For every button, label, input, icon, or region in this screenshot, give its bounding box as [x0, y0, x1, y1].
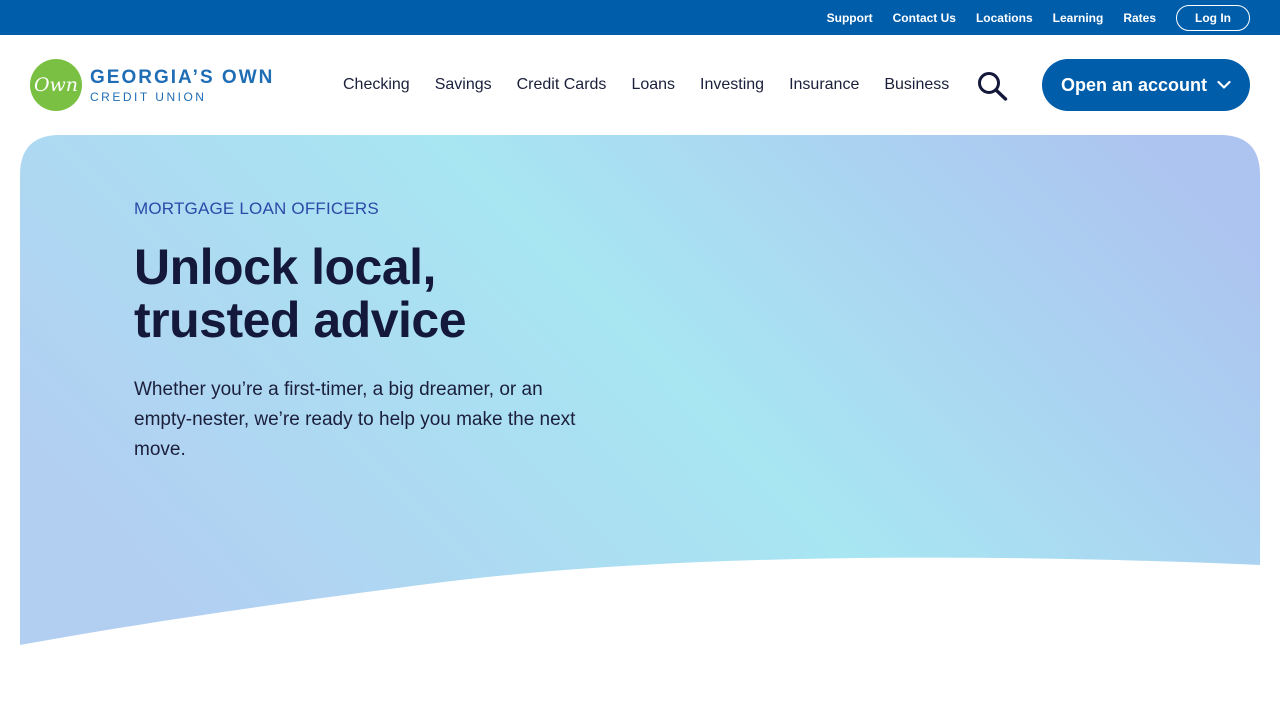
nav-item-savings[interactable]: Savings: [435, 76, 492, 94]
utility-bar: Support Contact Us Locations Learning Ra…: [0, 0, 1280, 35]
nav-item-loans[interactable]: Loans: [631, 76, 675, 94]
open-account-button[interactable]: Open an account: [1042, 59, 1250, 111]
utility-link-support[interactable]: Support: [827, 11, 873, 25]
chevron-down-icon: [1217, 80, 1231, 89]
open-account-label: Open an account: [1060, 74, 1208, 95]
nav-item-investing[interactable]: Investing: [700, 76, 764, 94]
utility-link-locations[interactable]: Locations: [976, 11, 1033, 25]
hero-description: Whether you’re a first-timer, a big drea…: [134, 379, 576, 460]
logo-mark: Own: [30, 59, 82, 111]
utility-link-contact-us[interactable]: Contact Us: [893, 11, 956, 25]
site-header: Own GEORGIA’S OWN CREDIT UNION Checking …: [0, 35, 1280, 135]
hero-content: MORTGAGE LOAN OFFICERS Unlock local, tru…: [134, 199, 604, 465]
nav-item-insurance[interactable]: Insurance: [789, 76, 859, 94]
logo-line-1: GEORGIA’S OWN: [90, 66, 275, 88]
logo-line-2: CREDIT UNION: [90, 89, 207, 104]
utility-link-learning[interactable]: Learning: [1053, 11, 1104, 25]
nav-item-business[interactable]: Business: [884, 76, 949, 94]
nav-item-checking[interactable]: Checking: [343, 76, 410, 94]
hero-title-line-2: trusted advice: [134, 292, 467, 348]
main-nav: Checking Savings Credit Cards Loans Inve…: [343, 76, 949, 94]
utility-link-rates[interactable]: Rates: [1123, 11, 1156, 25]
hero-section: MORTGAGE LOAN OFFICERS Unlock local, tru…: [20, 135, 1260, 655]
hero-eyebrow: MORTGAGE LOAN OFFICERS: [134, 199, 379, 218]
login-button[interactable]: Log In: [1176, 4, 1250, 31]
nav-item-credit-cards[interactable]: Credit Cards: [517, 76, 607, 94]
hero-title-line-1: Unlock local,: [134, 239, 436, 295]
logo[interactable]: Own GEORGIA’S OWN CREDIT UNION: [30, 59, 274, 111]
logo-wordmark: GEORGIA’S OWN CREDIT UNION: [90, 68, 274, 103]
search-icon[interactable]: [976, 71, 1008, 101]
hero-title: Unlock local, trusted advice: [134, 241, 604, 347]
